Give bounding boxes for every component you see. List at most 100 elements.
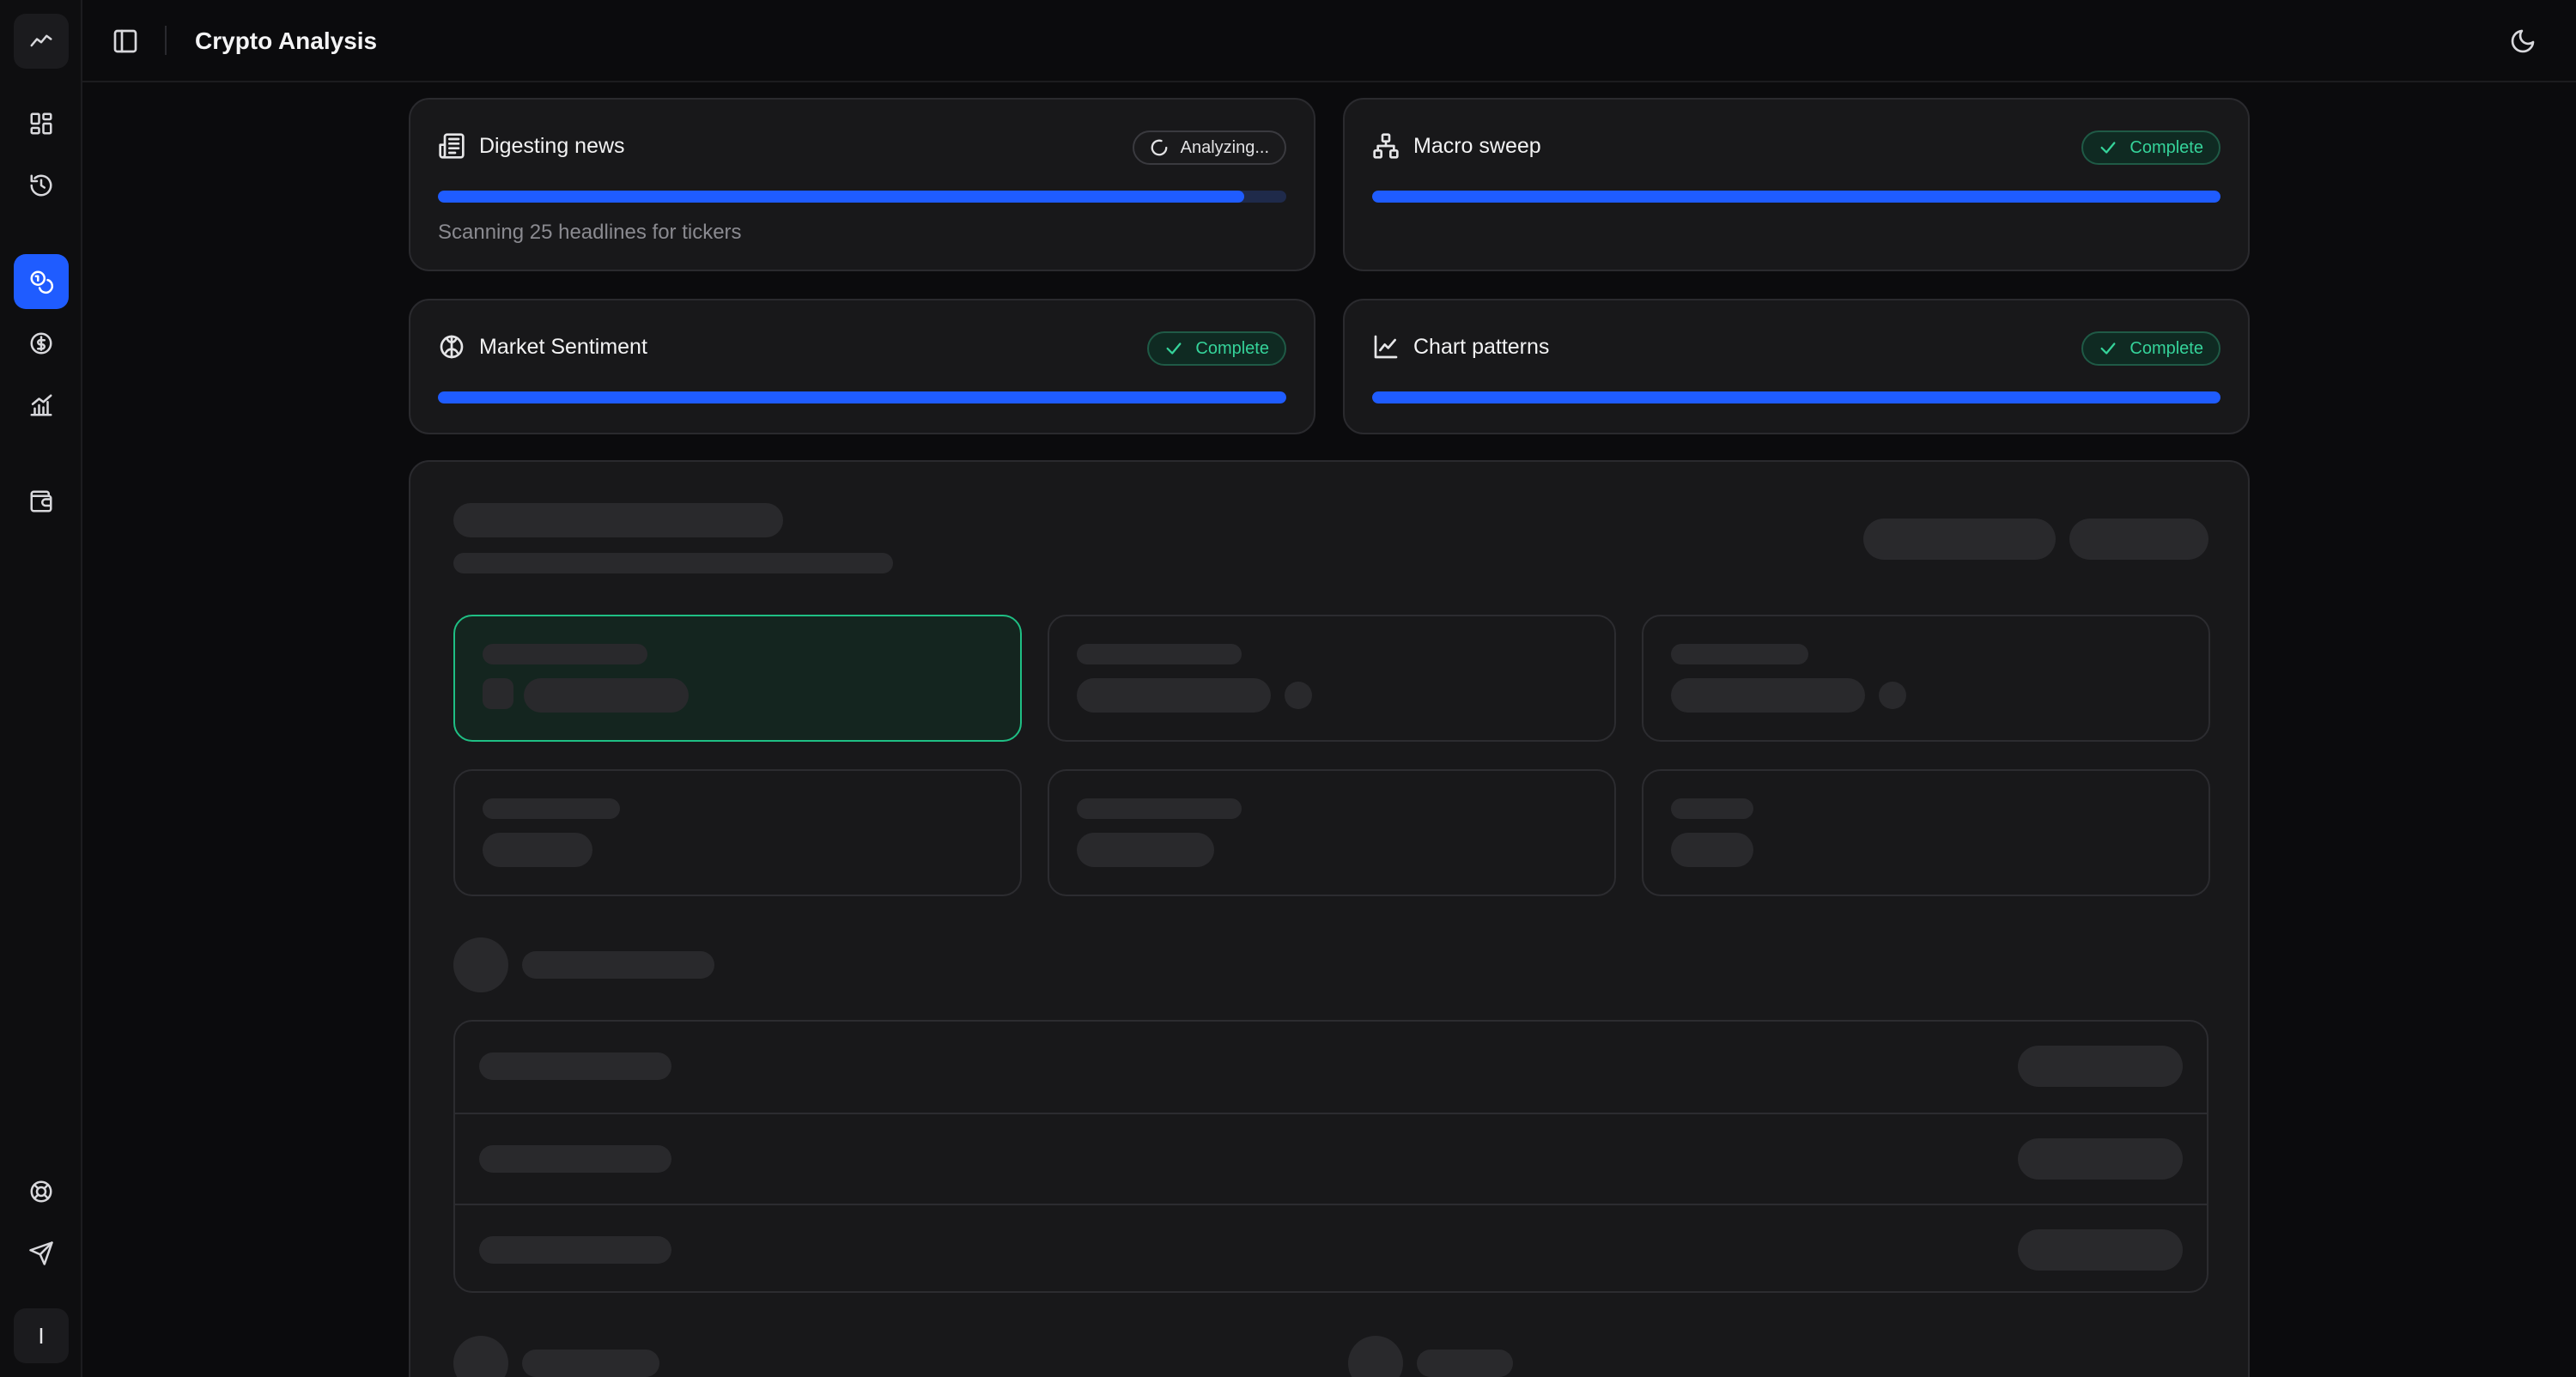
skeleton-line <box>483 644 647 664</box>
sidebar-item-charts[interactable] <box>14 378 69 433</box>
card-title: Chart patterns <box>1413 335 1550 359</box>
card-header: Macro sweep <box>1372 132 1541 160</box>
progress-bar <box>438 191 1286 203</box>
skeleton-avatar <box>453 1336 508 1377</box>
skeleton-line <box>483 833 592 867</box>
skeleton-list <box>453 1020 2208 1293</box>
progress-bar <box>1372 191 2221 203</box>
skeleton-pill <box>2018 1229 2183 1271</box>
status-badge-label: Analyzing... <box>1180 137 1269 157</box>
skeleton-dot <box>1879 682 1906 709</box>
top-header: Crypto Analysis <box>82 0 2576 82</box>
skeleton-avatar <box>453 937 508 992</box>
skeleton-tile[interactable] <box>1642 615 2210 742</box>
sidebar-item-wallet[interactable] <box>14 474 69 529</box>
card-header: Chart patterns <box>1372 333 1549 361</box>
dollar-circle-icon <box>30 332 52 355</box>
skeleton-line <box>1077 798 1242 819</box>
results-skeleton-panel <box>409 460 2250 1377</box>
skeleton-heading <box>522 1350 659 1377</box>
send-icon <box>29 1241 53 1265</box>
skeleton-tile[interactable] <box>1048 615 1616 742</box>
line-chart-icon <box>1374 335 1398 359</box>
progress-fill <box>438 191 1244 203</box>
layout-grid-icon <box>30 112 52 135</box>
skeleton-heading <box>1417 1350 1513 1377</box>
skeleton-line <box>479 1052 671 1080</box>
skeleton-icon <box>483 678 513 709</box>
logo-button[interactable] <box>14 14 69 69</box>
progress-fill <box>438 391 1286 403</box>
skeleton-list-row <box>455 1022 2207 1113</box>
status-card-digesting-news: Digesting news Analyzing... Scanning 25 … <box>409 98 1315 271</box>
skeleton-pill <box>2018 1138 2183 1180</box>
card-title: Digesting news <box>479 134 625 158</box>
sidebar-item-history[interactable] <box>14 158 69 213</box>
sidebar-item-dashboard[interactable] <box>14 96 69 151</box>
theme-toggle-button[interactable] <box>2506 24 2540 58</box>
sidebar-toggle-button[interactable] <box>108 24 143 58</box>
status-badge: Analyzing... <box>1132 130 1286 165</box>
card-title: Macro sweep <box>1413 134 1541 158</box>
skeleton-pill <box>2018 1046 2183 1087</box>
status-card-market-sentiment: Market Sentiment Complete <box>409 299 1315 434</box>
skeleton-line <box>1077 644 1242 664</box>
spinner-icon <box>1151 139 1168 156</box>
card-header: Digesting news <box>438 132 625 160</box>
skeleton-tile[interactable] <box>453 769 1022 896</box>
skeleton-title <box>453 503 783 537</box>
progress-fill <box>1372 391 2221 403</box>
status-badge: Complete <box>2081 331 2221 366</box>
status-card-chart-patterns: Chart patterns Complete <box>1343 299 2250 434</box>
status-badge-label: Complete <box>2129 338 2203 358</box>
skeleton-avatar <box>1348 1336 1403 1377</box>
skeleton-line <box>1671 678 1865 713</box>
skeleton-list-row <box>455 1113 2207 1204</box>
coins-icon <box>30 270 54 294</box>
moon-icon <box>2511 29 2535 53</box>
chart-bars-icon <box>30 394 52 416</box>
wallet-icon <box>30 490 52 513</box>
check-icon <box>1166 343 1182 355</box>
status-badge-label: Complete <box>1195 338 1269 358</box>
skeleton-line <box>483 798 620 819</box>
brain-icon <box>440 335 464 359</box>
sidebar-item-help[interactable] <box>14 1164 69 1219</box>
status-badge: Complete <box>1147 331 1286 366</box>
history-icon <box>30 174 52 197</box>
panel-left-icon <box>113 29 137 53</box>
progress-bar <box>1372 391 2221 403</box>
skeleton-line <box>1671 798 1753 819</box>
sidebar-item-currency[interactable] <box>14 316 69 371</box>
user-avatar-button[interactable]: I <box>14 1308 69 1363</box>
card-header: Market Sentiment <box>438 333 647 361</box>
app-root: I Crypto Analysis Digesting news Analyzi… <box>0 0 2576 1377</box>
newspaper-icon <box>439 133 465 159</box>
skeleton-list-row <box>455 1204 2207 1295</box>
skeleton-action-button <box>2069 519 2208 560</box>
user-initial: I <box>38 1322 45 1349</box>
skeleton-action-button <box>1863 519 2056 560</box>
skeleton-tile[interactable] <box>1048 769 1616 896</box>
progress-fill <box>1372 191 2221 203</box>
lifebuoy-icon <box>30 1180 52 1203</box>
skeleton-tile[interactable] <box>1642 769 2210 896</box>
skeleton-line <box>1671 833 1753 867</box>
skeleton-subtitle <box>453 553 893 573</box>
page-title: Crypto Analysis <box>195 27 378 54</box>
skeleton-line <box>1077 833 1214 867</box>
skeleton-line <box>524 678 689 713</box>
trend-line-icon <box>30 34 52 47</box>
skeleton-tile-selected[interactable] <box>453 615 1022 742</box>
skeleton-heading <box>522 951 714 979</box>
skeleton-line <box>479 1145 671 1173</box>
skeleton-line <box>479 1236 671 1264</box>
skeleton-line <box>1077 678 1271 713</box>
sidebar-item-send[interactable] <box>14 1226 69 1281</box>
status-badge-label: Complete <box>2129 137 2203 157</box>
card-title: Market Sentiment <box>479 335 647 359</box>
status-badge: Complete <box>2081 130 2221 165</box>
sidebar-item-crypto-analysis[interactable] <box>14 254 69 309</box>
check-icon <box>2100 142 2116 154</box>
skeleton-dot <box>1285 682 1312 709</box>
